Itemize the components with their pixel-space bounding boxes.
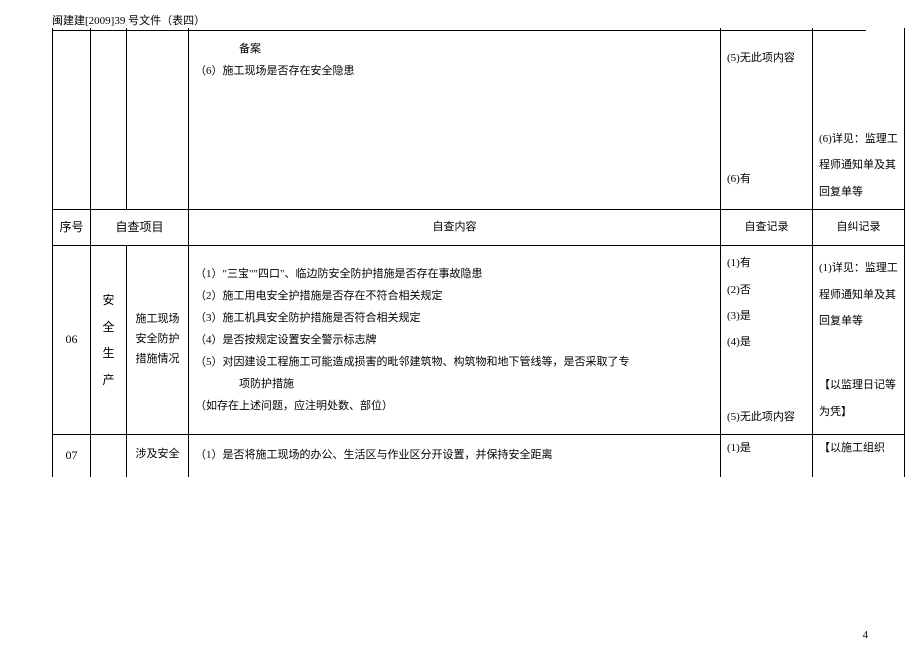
inspection-table: 备案 （6）施工现场是否存在安全隐患 (5)无此项内容 (6)有 (6)详见：监… [52, 28, 905, 477]
remedy-top: (6)详见：监理工程师通知单及其回复单等 [819, 126, 898, 205]
cell-07-record: (1)是 [721, 435, 813, 477]
remedy-07-1: 【以施工组织 [819, 442, 885, 454]
record-06-2: (2)否 [727, 277, 806, 303]
cell-06-sub: 施工现场安全防护措施情况 [127, 246, 189, 435]
th-record: 自查记录 [721, 210, 813, 246]
content-06-3: （3）施工机具安全防护措施是否符合相关规定 [195, 307, 714, 329]
content-top-line2: （6）施工现场是否存在安全隐患 [195, 60, 714, 82]
cell-07-seq: 07 [53, 435, 91, 477]
cell-07-sub: 涉及安全 [127, 435, 189, 477]
cell-07-content: （1）是否将施工现场的办公、生活区与作业区分开设置，并保持安全距离 [189, 435, 721, 477]
content-06-5b: 项防护措施 [195, 373, 714, 395]
th-seq: 序号 [53, 210, 91, 246]
cell-06-item: 安全生产 [91, 246, 127, 435]
cell-sub-blank [127, 28, 189, 210]
cell-record-top: (5)无此项内容 (6)有 [721, 28, 813, 210]
cell-06-item-text: 安全生产 [102, 293, 114, 386]
remedy-06-1: (1)详见：监理工程师通知单及其回复单等 [819, 255, 898, 334]
cell-remedy-top: (6)详见：监理工程师通知单及其回复单等 [813, 28, 905, 210]
cell-07-item [91, 435, 127, 477]
cell-06-content: （1）"三宝""四口"、临边防安全防护措施是否存在事故隐患 （2）施工用电安全护… [189, 246, 721, 435]
cell-item-blank [91, 28, 127, 210]
row-07: 07 涉及安全 （1）是否将施工现场的办公、生活区与作业区分开设置，并保持安全距… [53, 435, 905, 477]
table-header-row: 序号 自查项目 自查内容 自查记录 自纠记录 [53, 210, 905, 246]
row-06: 06 安全生产 施工现场安全防护措施情况 （1）"三宝""四口"、临边防安全防护… [53, 246, 905, 435]
cell-seq-blank [53, 28, 91, 210]
content-06-4: （4）是否按规定设置安全警示标志牌 [195, 329, 714, 351]
record-top-2: (6)有 [727, 166, 806, 192]
content-06-2: （2）施工用电安全护措施是否存在不符合相关规定 [195, 285, 714, 307]
th-content: 自查内容 [189, 210, 721, 246]
cell-06-remedy: (1)详见：监理工程师通知单及其回复单等 【以监理日记等为凭】 [813, 246, 905, 435]
record-06-5: (5)无此项内容 [727, 404, 806, 430]
th-item: 自查项目 [91, 210, 189, 246]
th-remedy: 自纠记录 [813, 210, 905, 246]
record-top-1: (5)无此项内容 [727, 45, 806, 71]
content-06-6: （如存在上述问题，应注明处数、部位） [195, 395, 714, 417]
cell-content-top: 备案 （6）施工现场是否存在安全隐患 [189, 28, 721, 210]
cell-06-record: (1)有 (2)否 (3)是 (4)是 (5)无此项内容 [721, 246, 813, 435]
record-06-4: (4)是 [727, 329, 806, 355]
record-07-1: (1)是 [727, 442, 751, 454]
content-06-5: （5）对因建设工程施工可能造成损害的毗邻建筑物、构筑物和地下管线等，是否采取了专 [195, 351, 714, 373]
content-top-line1: 备案 [195, 38, 714, 60]
cell-06-seq: 06 [53, 246, 91, 435]
content-07-1: （1）是否将施工现场的办公、生活区与作业区分开设置，并保持安全距离 [195, 446, 714, 466]
cell-07-remedy: 【以施工组织 [813, 435, 905, 477]
header-text: 闽建建[2009]39 号文件（表四） [52, 15, 205, 27]
record-06-3: (3)是 [727, 303, 806, 329]
remedy-06-2: 【以监理日记等为凭】 [819, 372, 898, 425]
continuation-row: 备案 （6）施工现场是否存在安全隐患 (5)无此项内容 (6)有 (6)详见：监… [53, 28, 905, 210]
record-06-1: (1)有 [727, 250, 806, 276]
page-number: 4 [863, 629, 869, 641]
content-06-1: （1）"三宝""四口"、临边防安全防护措施是否存在事故隐患 [195, 263, 714, 285]
